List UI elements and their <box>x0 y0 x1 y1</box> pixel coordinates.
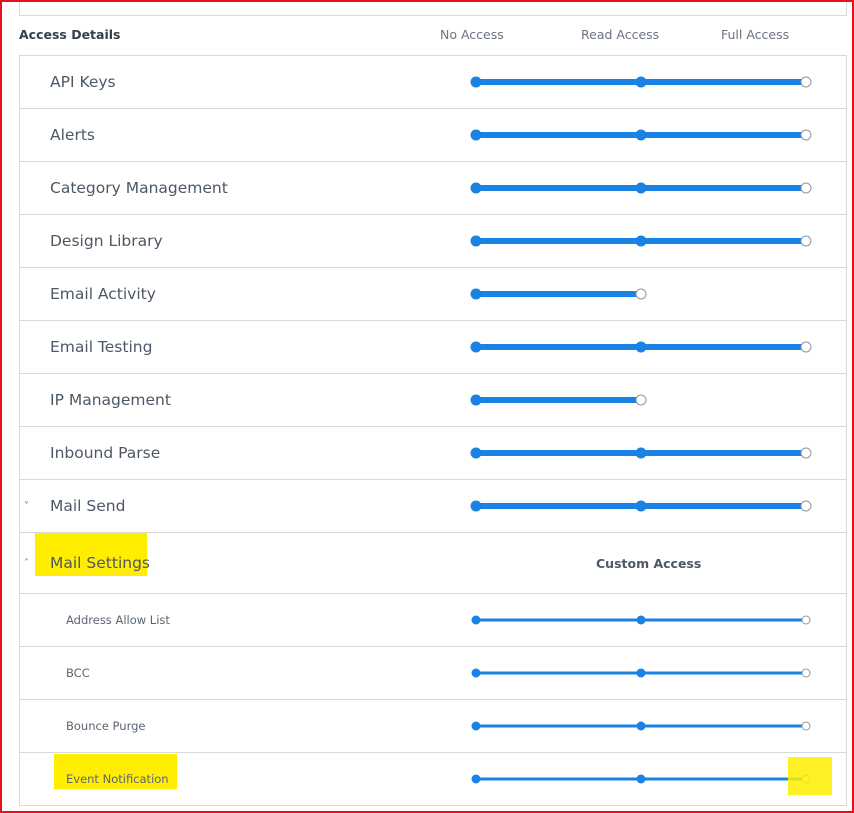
permission-label[interactable]: Mail Send <box>50 480 125 532</box>
slider-stop[interactable] <box>470 288 482 300</box>
permission-label: IP Management <box>50 391 171 409</box>
slider-handle[interactable] <box>635 394 647 406</box>
slider-stop[interactable] <box>635 182 647 194</box>
permission-row-category-management: Category Management <box>20 162 846 215</box>
slider-track <box>476 291 641 297</box>
sub-permission-row-address-allow-list: Address Allow List <box>20 594 846 647</box>
slider-handle[interactable] <box>800 500 812 512</box>
permission-row-api-keys: API Keys <box>20 56 846 109</box>
slider-stop[interactable] <box>470 341 482 353</box>
access-details-title: Access Details <box>19 27 121 42</box>
permission-label: Category Management <box>50 179 228 197</box>
slider-stop[interactable] <box>636 615 646 625</box>
permission-label[interactable]: Mail Settings <box>50 533 150 593</box>
permission-label: Inbound Parse <box>50 444 161 462</box>
inbound-parse-access-slider[interactable] <box>470 427 818 479</box>
slider-handle[interactable] <box>801 615 811 625</box>
slider-stop[interactable] <box>471 615 481 625</box>
slider-stop[interactable] <box>471 774 481 784</box>
previous-section-edge <box>19 2 847 16</box>
slider-stop[interactable] <box>470 235 482 247</box>
no-access-header: No Access <box>440 27 504 42</box>
permission-label: Design Library <box>50 232 163 250</box>
category-management-access-slider[interactable] <box>470 162 818 214</box>
read-access-header: Read Access <box>581 27 660 42</box>
slider-stop[interactable] <box>635 500 647 512</box>
permission-row-inbound-parse: Inbound Parse <box>20 427 846 480</box>
sub-permission-row-bounce-purge: Bounce Purge <box>20 700 846 753</box>
slider-stop[interactable] <box>635 341 647 353</box>
sub-permission-label: BCC <box>66 666 90 680</box>
sub-permission-row-event-notification: Event Notification <box>20 753 846 806</box>
sub-permission-row-bcc: BCC <box>20 647 846 700</box>
chevron-up-icon[interactable]: ˄ <box>24 533 29 593</box>
slider-handle[interactable] <box>801 721 811 731</box>
slider-handle[interactable] <box>800 129 812 141</box>
slider-stop[interactable] <box>635 235 647 247</box>
address-allow-list-access-slider[interactable] <box>471 594 818 646</box>
permission-label: Alerts <box>50 126 95 144</box>
permission-label: API Keys <box>50 73 116 91</box>
access-table: API Keys Alerts Category Management Design … <box>19 55 847 806</box>
event-notification-access-slider[interactable] <box>471 753 818 805</box>
slider-handle[interactable] <box>800 447 812 459</box>
slider-stop[interactable] <box>470 394 482 406</box>
screenshot-frame: Access Details No Access Read Access Ful… <box>0 0 854 813</box>
permission-row-design-library: Design Library <box>20 215 846 268</box>
permission-row-ip-management: IP Management <box>20 374 846 427</box>
chevron-down-icon[interactable]: ˅ <box>24 480 29 532</box>
slider-stop[interactable] <box>471 668 481 678</box>
slider-track <box>476 397 641 403</box>
slider-stop[interactable] <box>470 182 482 194</box>
bounce-purge-access-slider[interactable] <box>471 700 818 752</box>
slider-handle[interactable] <box>800 341 812 353</box>
full-access-header: Full Access <box>721 27 790 42</box>
slider-handle[interactable] <box>800 182 812 194</box>
api-keys-access-slider[interactable] <box>470 56 818 108</box>
slider-stop[interactable] <box>470 500 482 512</box>
design-library-access-slider[interactable] <box>470 215 818 267</box>
sub-permission-label: Bounce Purge <box>66 719 146 733</box>
slider-stop[interactable] <box>470 447 482 459</box>
permission-label: Email Activity <box>50 285 156 303</box>
highlight-event-notification-handle <box>788 757 832 795</box>
ip-management-access-slider[interactable] <box>470 374 818 426</box>
slider-stop[interactable] <box>636 668 646 678</box>
permission-row-alerts: Alerts <box>20 109 846 162</box>
sub-permission-label: Event Notification <box>66 772 169 786</box>
slider-stop[interactable] <box>635 447 647 459</box>
slider-handle[interactable] <box>635 288 647 300</box>
slider-stop[interactable] <box>636 721 646 731</box>
permission-row-mail-send: ˅ Mail Send <box>20 480 846 533</box>
slider-stop[interactable] <box>635 129 647 141</box>
slider-stop[interactable] <box>635 76 647 88</box>
email-testing-access-slider[interactable] <box>470 321 818 373</box>
permission-row-email-activity: Email Activity <box>20 268 846 321</box>
slider-stop[interactable] <box>636 774 646 784</box>
slider-handle[interactable] <box>801 668 811 678</box>
mail-send-access-slider[interactable] <box>470 480 818 532</box>
bcc-access-slider[interactable] <box>471 647 818 699</box>
email-activity-access-slider[interactable] <box>470 268 818 320</box>
permission-row-mail-settings: ˄ Mail Settings Custom Access <box>20 533 846 594</box>
slider-stop[interactable] <box>470 76 482 88</box>
custom-access-label: Custom Access <box>596 555 702 571</box>
slider-stop[interactable] <box>471 721 481 731</box>
alerts-access-slider[interactable] <box>470 109 818 161</box>
permission-label: Email Testing <box>50 338 153 356</box>
permission-row-email-testing: Email Testing <box>20 321 846 374</box>
slider-handle[interactable] <box>800 76 812 88</box>
slider-stop[interactable] <box>470 129 482 141</box>
sub-permission-label: Address Allow List <box>66 613 170 627</box>
slider-handle[interactable] <box>800 235 812 247</box>
